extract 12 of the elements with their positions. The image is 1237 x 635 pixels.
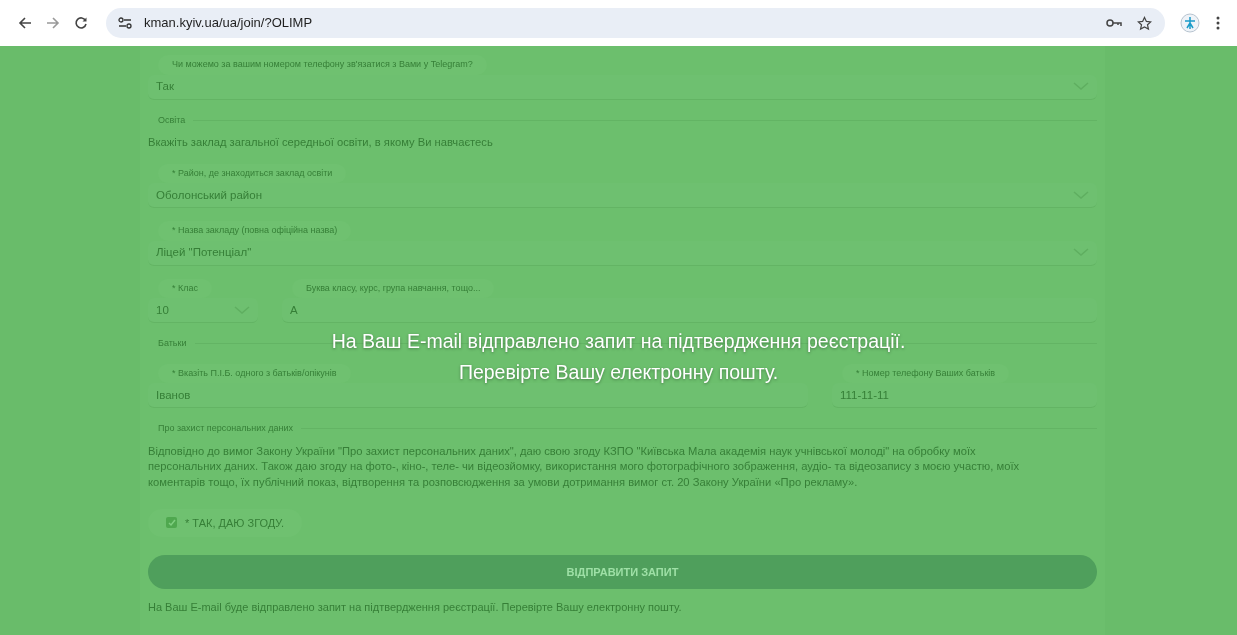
message-text: На Ваш E-mail відправлено запит на підтвердження реєстрації. [331, 329, 906, 354]
address-bar-url[interactable]: kman.kyiv.ua/ua/join/?OLIMP [144, 13, 313, 33]
section-legend: Батьки [158, 337, 187, 351]
submit-button[interactable]: ВІДПРАВИТИ ЗАПИТ [148, 555, 1097, 590]
profile-icon[interactable] [1179, 12, 1201, 34]
paragraph-text: Вкажіть заклад загальної середньої освіти, в якому Ви навчаєтесь [148, 135, 494, 150]
section-legend: Про захист персональних даних [158, 422, 293, 436]
paragraph-text: Відповідно до вимог Закону України "Про захист персональних даних", даю свою згоду КЗПО "Київська Мала академія наук учнівської молоді" на обробку моїх персональних даних. Також даю згоду на фото-, кіно-, теле- чи відеозйомку, використання мого фотографічного зображення, аудіо- та відеозапису з моєю участю, моїх коментарів тощо, їх публічний показ, відтворення та розповсюдження за умови дотримання вимог ст. 20 Закону України «Про рекламу». [148, 443, 1021, 490]
message-text: Перевірте Вашу електронну пошту. [458, 360, 779, 385]
section-legend: Освіта [158, 113, 186, 127]
checkbox-icon [166, 517, 177, 529]
note-text: На Ваш E-mail буде відправлено запит на підтвердження реєстрації. Перевірте Вашу електронну пошту. [148, 600, 683, 616]
